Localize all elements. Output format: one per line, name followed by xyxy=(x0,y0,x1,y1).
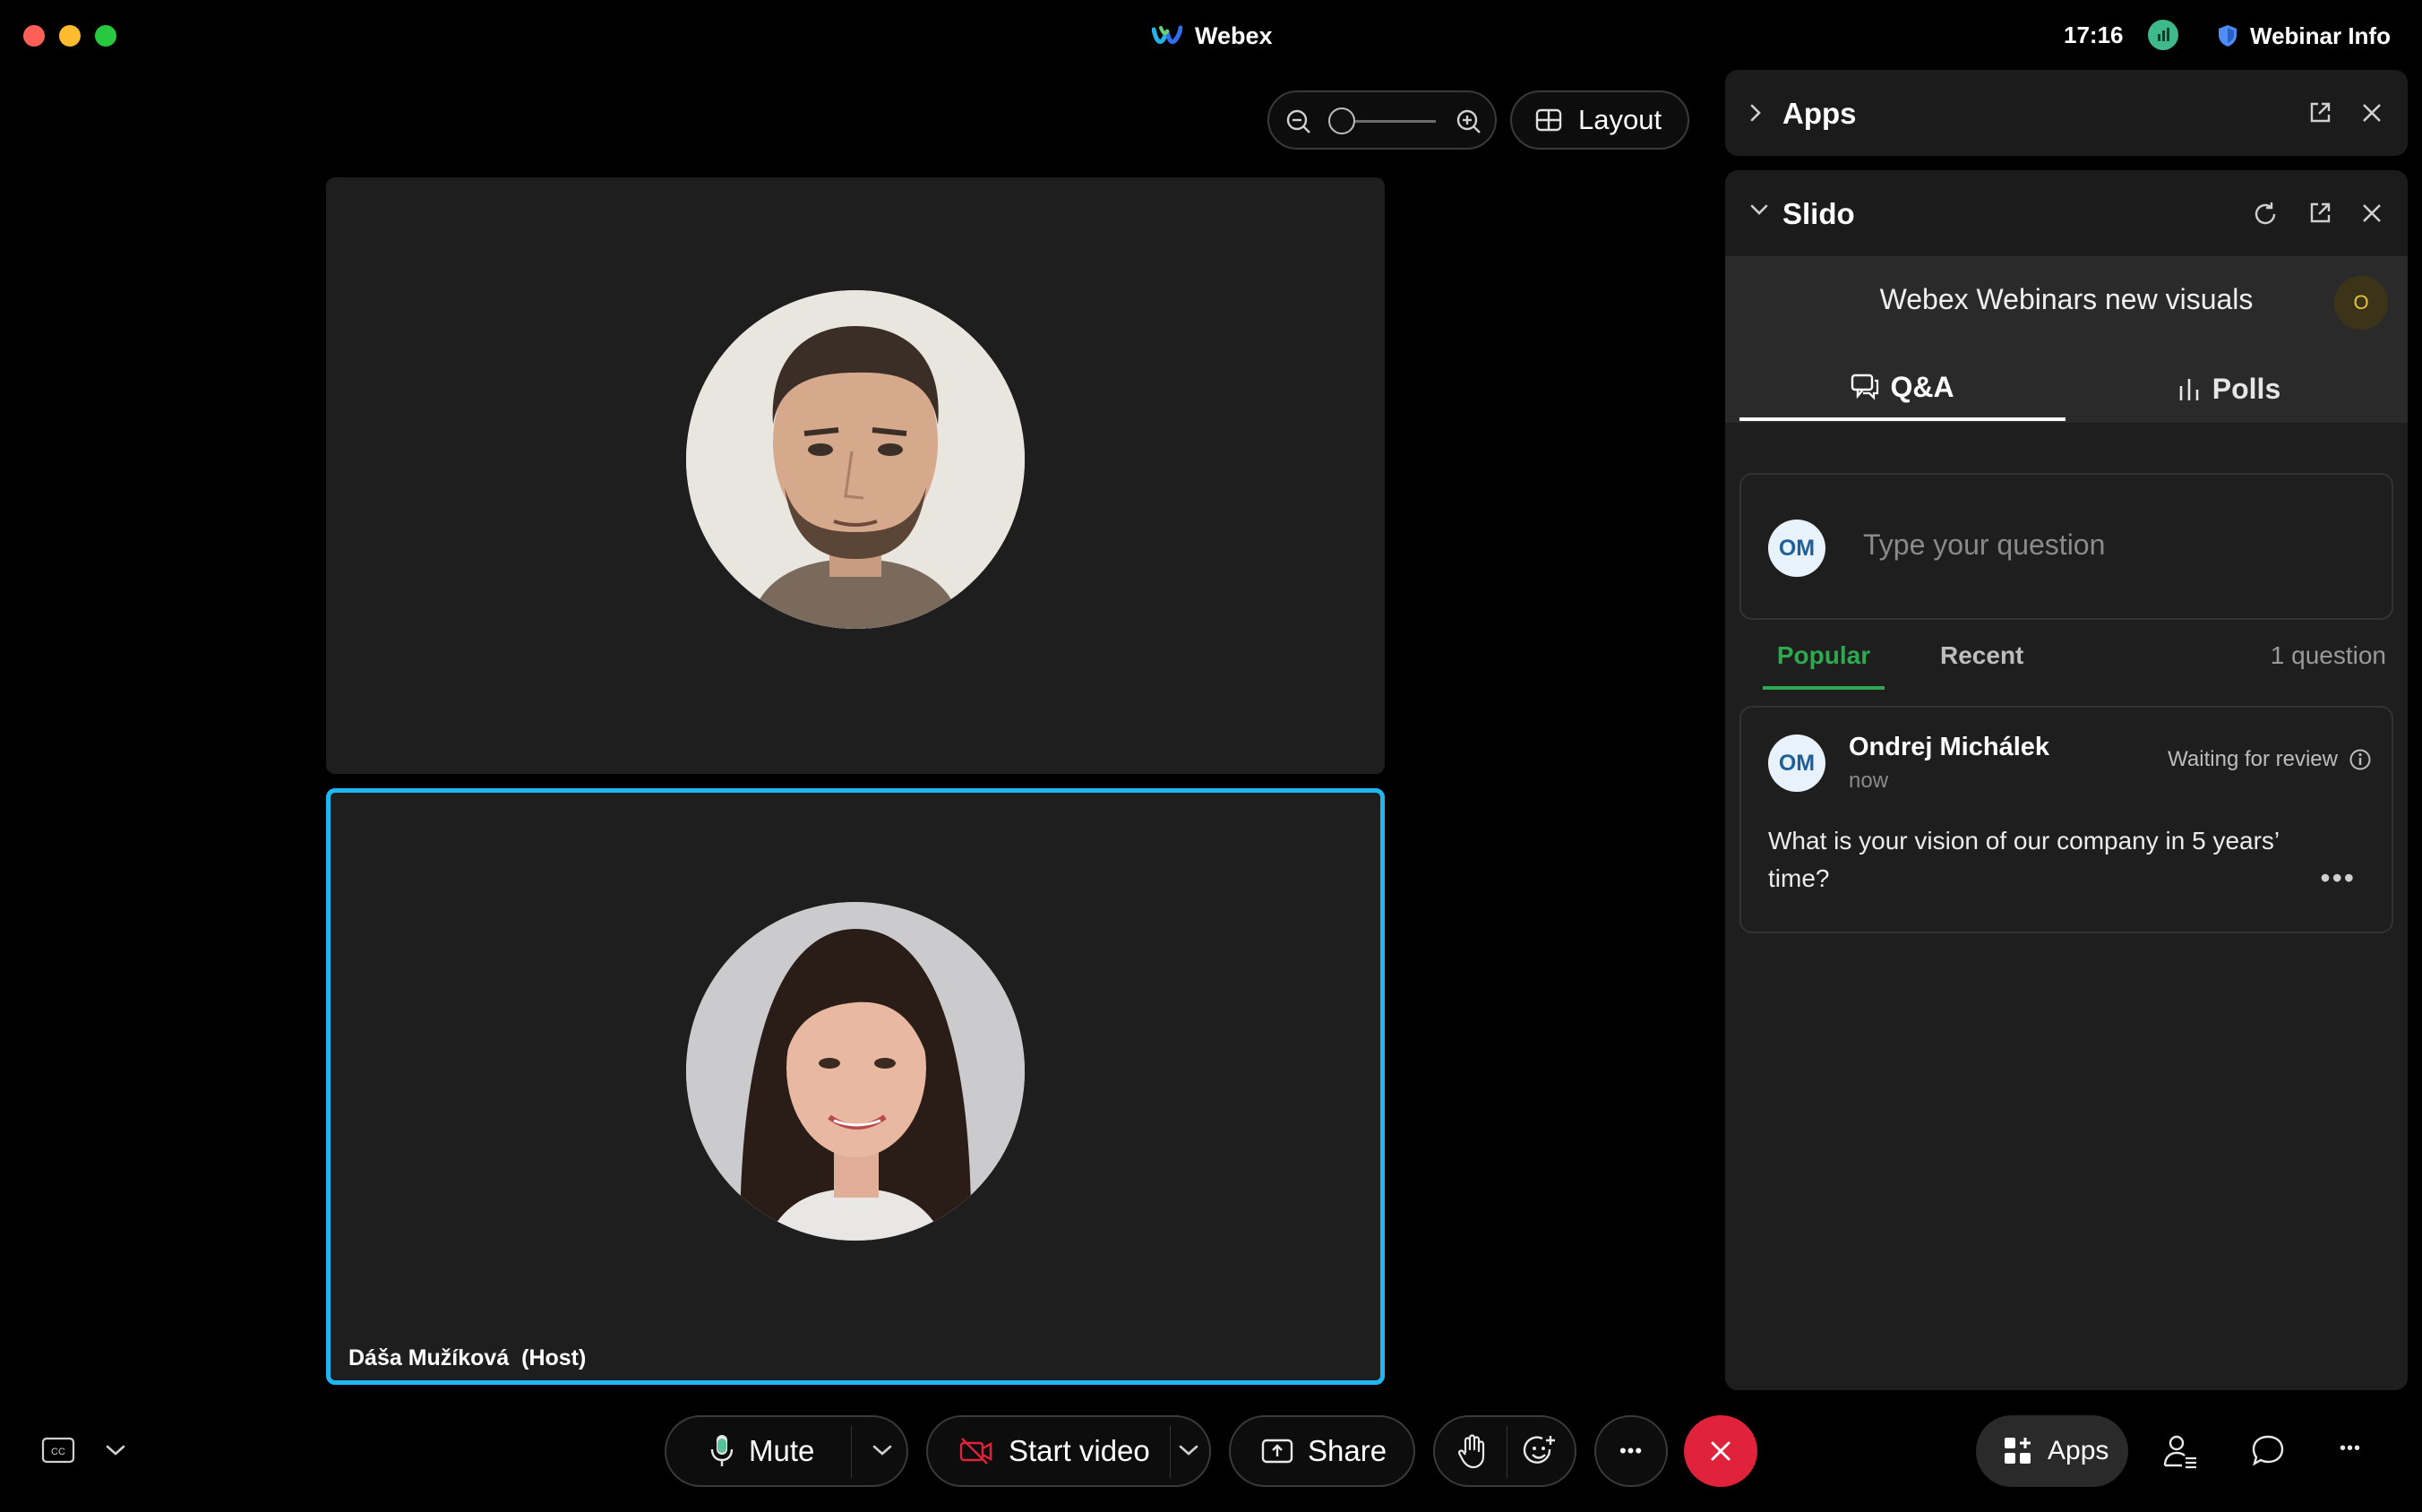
layout-label: Layout xyxy=(1578,104,1662,135)
clock: 17:16 xyxy=(2064,21,2124,48)
sort-tab-popular[interactable]: Popular xyxy=(1763,641,1885,690)
maximize-window-button[interactable] xyxy=(95,25,116,47)
end-call-button[interactable] xyxy=(1684,1415,1757,1487)
question-time: now xyxy=(1849,769,1889,793)
zoom-in-icon[interactable] xyxy=(1456,108,1482,135)
more-options-icon[interactable]: ••• xyxy=(2340,1439,2361,1459)
question-text: What is your vision of our company in 5 … xyxy=(1768,827,2280,892)
question-input-placeholder[interactable]: Type your question xyxy=(1863,528,2105,562)
question-card[interactable]: OM Ondrej Michálek now Waiting for revie… xyxy=(1739,706,2393,933)
slido-panel-header[interactable]: Slido xyxy=(1725,170,2408,256)
close-icon[interactable] xyxy=(2359,201,2384,226)
pop-out-icon[interactable] xyxy=(2307,100,2332,125)
more-options-icon: ••• xyxy=(1619,1439,1644,1462)
window-title: Webex xyxy=(1152,20,1273,52)
webex-logo-icon xyxy=(1152,25,1182,45)
active-speaker-video-tile[interactable]: Dáša Mužíková (Host) xyxy=(326,788,1385,1385)
slido-content: Webex Webinars new visuals O Q&A Polls O… xyxy=(1725,256,2408,1390)
webinar-info-button[interactable]: Webinar Info xyxy=(2218,18,2391,54)
question-count: 1 question xyxy=(2270,641,2386,669)
participant-avatar xyxy=(686,902,1025,1241)
tab-qa-label: Q&A xyxy=(1890,370,1954,403)
chat-icon[interactable] xyxy=(2250,1433,2286,1469)
apps-button[interactable]: Apps xyxy=(1976,1415,2128,1487)
add-reaction-icon[interactable] xyxy=(1523,1433,1559,1469)
more-options-icon[interactable]: ••• xyxy=(2320,862,2356,895)
tab-qa[interactable]: Q&A xyxy=(1739,357,2066,421)
apps-panel-header[interactable]: Apps xyxy=(1725,70,2408,156)
slido-event-header: Webex Webinars new visuals O Q&A Polls xyxy=(1725,256,2408,423)
layout-button[interactable]: Layout xyxy=(1510,90,1689,150)
chevron-down-icon[interactable] xyxy=(1177,1442,1200,1458)
minimize-window-button[interactable] xyxy=(59,25,81,47)
chevron-down-icon[interactable] xyxy=(871,1442,894,1458)
avatar: OM xyxy=(1768,520,1825,577)
start-video-label: Start video xyxy=(1009,1434,1150,1467)
slido-panel: Slido Webex Webinars new visuals O Q&A P… xyxy=(1725,170,2408,1390)
question-input-box[interactable]: OM Type your question xyxy=(1739,473,2393,620)
app-title-text: Webex xyxy=(1195,21,1273,49)
participant-avatar xyxy=(686,290,1025,629)
chevron-right-icon[interactable] xyxy=(1748,102,1763,124)
video-off-icon xyxy=(959,1438,992,1465)
share-screen-icon xyxy=(1261,1439,1293,1464)
user-avatar-badge[interactable]: O xyxy=(2334,276,2388,330)
question-status: Waiting for review xyxy=(2168,747,2372,772)
close-icon xyxy=(1711,1441,1731,1461)
close-window-button[interactable] xyxy=(23,25,45,47)
participant-video-tile[interactable] xyxy=(326,177,1385,774)
zoom-out-icon[interactable] xyxy=(1285,108,1312,135)
network-stats-icon[interactable] xyxy=(2148,20,2178,50)
apps-grid-icon xyxy=(2005,1438,2031,1464)
chevron-down-icon[interactable] xyxy=(104,1442,127,1458)
mute-label: Mute xyxy=(749,1434,815,1467)
apps-label: Apps xyxy=(2048,1436,2109,1465)
svg-text:CC: CC xyxy=(51,1447,65,1457)
tab-polls[interactable]: Polls xyxy=(2066,357,2392,421)
title-bar: Webex 17:16 Webinar Info xyxy=(0,0,2422,72)
closed-captions-icon[interactable]: CC xyxy=(41,1437,75,1464)
event-title: Webex Webinars new visuals xyxy=(1879,283,2254,315)
share-label: Share xyxy=(1308,1434,1387,1467)
zoom-control xyxy=(1267,90,1497,150)
mute-button[interactable]: Mute xyxy=(665,1415,908,1487)
avatar: OM xyxy=(1768,735,1825,792)
apps-panel-title: Apps xyxy=(1782,97,1857,130)
layout-grid-icon xyxy=(1535,108,1562,132)
bar-chart-icon xyxy=(2179,379,2199,400)
info-icon[interactable] xyxy=(2349,748,2372,771)
apps-panel: Apps xyxy=(1725,70,2408,156)
chevron-down-icon[interactable] xyxy=(1748,202,1770,217)
participant-name-label: Dáša Mužíková (Host) xyxy=(348,1345,587,1370)
slido-panel-title: Slido xyxy=(1782,197,1855,230)
share-button[interactable]: Share xyxy=(1229,1415,1415,1487)
webinar-info-label: Webinar Info xyxy=(2250,21,2391,49)
start-video-button[interactable]: Start video xyxy=(926,1415,1211,1487)
reactions-group xyxy=(1433,1415,1576,1487)
chat-bubbles-icon xyxy=(1851,374,1879,400)
tab-polls-label: Polls xyxy=(2212,372,2281,405)
refresh-icon[interactable] xyxy=(2252,201,2279,228)
sort-tab-recent[interactable]: Recent xyxy=(1940,641,2023,670)
close-icon[interactable] xyxy=(2359,100,2384,125)
raise-hand-icon[interactable] xyxy=(1456,1433,1487,1469)
question-author: Ondrej Michálek xyxy=(1849,733,2050,761)
pop-out-icon[interactable] xyxy=(2307,201,2332,226)
participants-icon[interactable] xyxy=(2162,1433,2198,1469)
microphone-icon xyxy=(710,1435,734,1466)
shield-icon xyxy=(2219,25,2237,47)
question-status-label: Waiting for review xyxy=(2168,747,2338,771)
more-options-button[interactable]: ••• xyxy=(1594,1415,1668,1487)
zoom-slider-thumb[interactable] xyxy=(1328,107,1355,134)
